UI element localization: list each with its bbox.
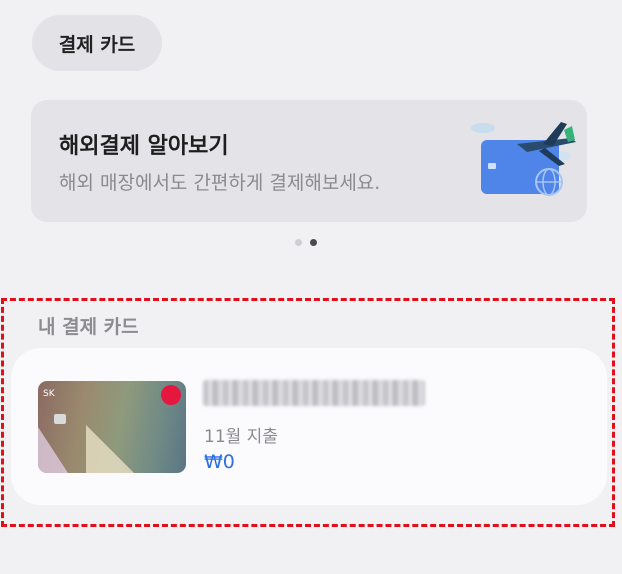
section-title: 내 결제 카드 <box>38 316 139 338</box>
card-chip-shape <box>488 163 496 169</box>
banner-pager <box>295 239 317 246</box>
payment-card-chip[interactable]: 결제 카드 <box>32 15 162 71</box>
payment-card-chip-label: 결제 카드 <box>58 33 136 56</box>
card-art: SK <box>38 385 181 473</box>
card-chip-shape <box>54 414 66 424</box>
overseas-payment-banner[interactable]: 해외결제 알아보기 해외 매장에서도 간편하게 결제해보세요. <box>31 100 587 222</box>
card-spend-amount: ₩0 <box>204 451 235 473</box>
banner-title: 해외결제 알아보기 <box>59 134 229 159</box>
cloud-shape <box>471 123 495 133</box>
card-spend-label: 11월 지출 <box>204 427 278 447</box>
payment-card-item[interactable]: SK 11월 지출 ₩0 <box>11 348 607 505</box>
card-brand-logo: SK <box>43 389 56 399</box>
card-brand-badge <box>161 385 181 405</box>
card-image: SK <box>38 381 186 473</box>
pager-dot[interactable] <box>295 239 302 246</box>
banner-subtitle: 해외 매장에서도 간편하게 결제해보세요. <box>59 172 381 194</box>
pager-dot-active[interactable] <box>310 239 317 246</box>
card-name-redacted <box>203 380 425 406</box>
card-airplane-illustration <box>471 122 576 196</box>
